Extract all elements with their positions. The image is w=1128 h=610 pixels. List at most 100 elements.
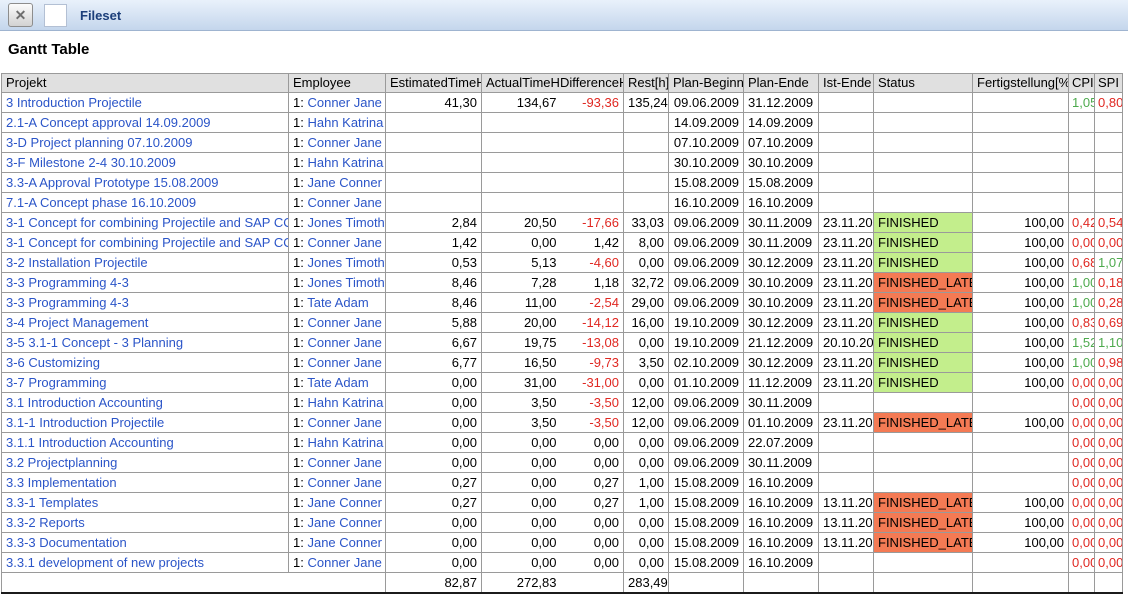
- employee-link[interactable]: Jones Timothy: [307, 255, 385, 270]
- cell-spi: [1095, 133, 1123, 153]
- totals-actual: 272,83: [482, 573, 561, 594]
- employee-link[interactable]: Conner Jane: [307, 315, 381, 330]
- cell-status: [874, 473, 973, 493]
- project-link[interactable]: 2.1-A Concept approval 14.09.2009: [6, 115, 211, 130]
- cell-spi: 1,10: [1095, 333, 1123, 353]
- totals-status: [874, 573, 973, 594]
- cell-fertigstellung: [973, 453, 1069, 473]
- cell-actual: 0,00: [482, 513, 561, 533]
- cell-fertigstellung: 100,00: [973, 253, 1069, 273]
- cell-cpi: [1069, 133, 1095, 153]
- cell-plan-ende: 30.12.2009: [744, 313, 819, 333]
- project-link[interactable]: 3.1.1 Introduction Accounting: [6, 435, 174, 450]
- gantt-table: Projekt Employee EstimatedTimeH ActualTi…: [1, 73, 1123, 594]
- cell-status: FINISHED_LATE: [874, 513, 973, 533]
- employee-link[interactable]: Jane Conner: [307, 535, 381, 550]
- employee-link[interactable]: Hahn Katrina: [307, 155, 383, 170]
- project-link[interactable]: 3-3 Programming 4-3: [6, 295, 129, 310]
- cell-rest: 0,00: [624, 513, 669, 533]
- employee-link[interactable]: Conner Jane: [307, 95, 381, 110]
- cell-fertigstellung: 100,00: [973, 333, 1069, 353]
- employee-link[interactable]: Conner Jane: [307, 415, 381, 430]
- employee-link[interactable]: Jane Conner: [307, 175, 381, 190]
- project-link[interactable]: 3-2 Installation Projectile: [6, 255, 148, 270]
- project-link[interactable]: 3.2 Projectplanning: [6, 455, 117, 470]
- cell-actual: 0,00: [482, 453, 561, 473]
- employee-link[interactable]: Hahn Katrina: [307, 435, 383, 450]
- employee-link[interactable]: Conner Jane: [307, 355, 381, 370]
- project-link[interactable]: 3.3-3 Documentation: [6, 535, 127, 550]
- project-link[interactable]: 3.1 Introduction Accounting: [6, 395, 163, 410]
- employee-link[interactable]: Hahn Katrina: [307, 115, 383, 130]
- employee-link[interactable]: Jones Timothy: [307, 215, 385, 230]
- cell-ist-ende: [819, 553, 874, 573]
- cell-status: [874, 453, 973, 473]
- cell-estimated: 6,77: [386, 353, 482, 373]
- cell-status: [874, 173, 973, 193]
- project-link[interactable]: 3.3.1 development of new projects: [6, 555, 204, 570]
- project-link[interactable]: 3-3 Programming 4-3: [6, 275, 129, 290]
- project-link[interactable]: 3-F Milestone 2-4 30.10.2009: [6, 155, 176, 170]
- cell-spi: [1095, 113, 1123, 133]
- project-link[interactable]: 3-D Project planning 07.10.2009: [6, 135, 192, 150]
- cell-projekt: 3-3 Programming 4-3: [2, 293, 289, 313]
- cell-spi: 0,00: [1095, 513, 1123, 533]
- employee-link[interactable]: Conner Jane: [307, 195, 381, 210]
- employee-prefix: 1:: [293, 275, 307, 290]
- cell-employee: 1: Conner Jane: [289, 313, 386, 333]
- cell-spi: 0,00: [1095, 413, 1123, 433]
- cell-plan-beginn: 15.08.2009: [669, 493, 744, 513]
- table-row: 7.1-A Concept phase 16.10.20091: Conner …: [2, 193, 1123, 213]
- cell-rest: 16,00: [624, 313, 669, 333]
- fileset-checkbox[interactable]: [44, 4, 67, 27]
- project-link[interactable]: 7.1-A Concept phase 16.10.2009: [6, 195, 196, 210]
- table-row: 3-1 Concept for combining Projectile and…: [2, 233, 1123, 253]
- cell-employee: 1: Hahn Katrina: [289, 153, 386, 173]
- cell-spi: 0,00: [1095, 493, 1123, 513]
- cell-plan-beginn: 09.06.2009: [669, 253, 744, 273]
- project-link[interactable]: 3-1 Concept for combining Projectile and…: [6, 215, 289, 230]
- project-link[interactable]: 3.3-2 Reports: [6, 515, 85, 530]
- cell-employee: 1: Conner Jane: [289, 453, 386, 473]
- project-link[interactable]: 3.1-1 Introduction Projectile: [6, 415, 164, 430]
- header-employee: Employee: [289, 74, 386, 93]
- employee-prefix: 1:: [293, 395, 307, 410]
- employee-link[interactable]: Conner Jane: [307, 475, 381, 490]
- cell-plan-ende: 07.10.2009: [744, 133, 819, 153]
- header-differenceh: DifferenceH: [560, 76, 624, 90]
- close-button[interactable]: ✕: [8, 3, 33, 27]
- employee-link[interactable]: Tate Adam: [307, 375, 368, 390]
- cell-plan-ende: 14.09.2009: [744, 113, 819, 133]
- cell-estimated: [386, 193, 482, 213]
- project-link[interactable]: 3-6 Customizing: [6, 355, 100, 370]
- employee-link[interactable]: Conner Jane: [307, 235, 381, 250]
- cell-status: FINISHED_LATE: [874, 293, 973, 313]
- project-link[interactable]: 3.3-A Approval Prototype 15.08.2009: [6, 175, 219, 190]
- cell-plan-beginn: 16.10.2009: [669, 193, 744, 213]
- employee-link[interactable]: Jane Conner: [307, 495, 381, 510]
- employee-link[interactable]: Jane Conner: [307, 515, 381, 530]
- employee-link[interactable]: Tate Adam: [307, 295, 368, 310]
- cell-cpi: 0,00: [1069, 393, 1095, 413]
- cell-difference: 0,00: [561, 533, 624, 553]
- employee-link[interactable]: Jones Timothy: [307, 275, 385, 290]
- cell-ist-ende: 20.10.2009: [819, 333, 874, 353]
- employee-link[interactable]: Conner Jane: [307, 135, 381, 150]
- employee-link[interactable]: Conner Jane: [307, 335, 381, 350]
- project-link[interactable]: 3.3 Implementation: [6, 475, 117, 490]
- cell-employee: 1: Jane Conner: [289, 173, 386, 193]
- project-link[interactable]: 3-1 Concept for combining Projectile and…: [6, 235, 289, 250]
- project-link[interactable]: 3-7 Programming: [6, 375, 106, 390]
- project-link[interactable]: 3 Introduction Projectile: [6, 95, 142, 110]
- employee-link[interactable]: Conner Jane: [307, 455, 381, 470]
- project-link[interactable]: 3-5 3.1-1 Concept - 3 Planning: [6, 335, 183, 350]
- cell-projekt: 3.2 Projectplanning: [2, 453, 289, 473]
- employee-link[interactable]: Conner Jane: [307, 555, 381, 570]
- employee-link[interactable]: Hahn Katrina: [307, 395, 383, 410]
- project-link[interactable]: 3.3-1 Templates: [6, 495, 98, 510]
- cell-plan-ende: 21.12.2009: [744, 333, 819, 353]
- cell-rest: 0,00: [624, 533, 669, 553]
- table-row: 3-7 Programming1: Tate Adam0,0031,00-31,…: [2, 373, 1123, 393]
- cell-rest: 12,00: [624, 393, 669, 413]
- project-link[interactable]: 3-4 Project Management: [6, 315, 148, 330]
